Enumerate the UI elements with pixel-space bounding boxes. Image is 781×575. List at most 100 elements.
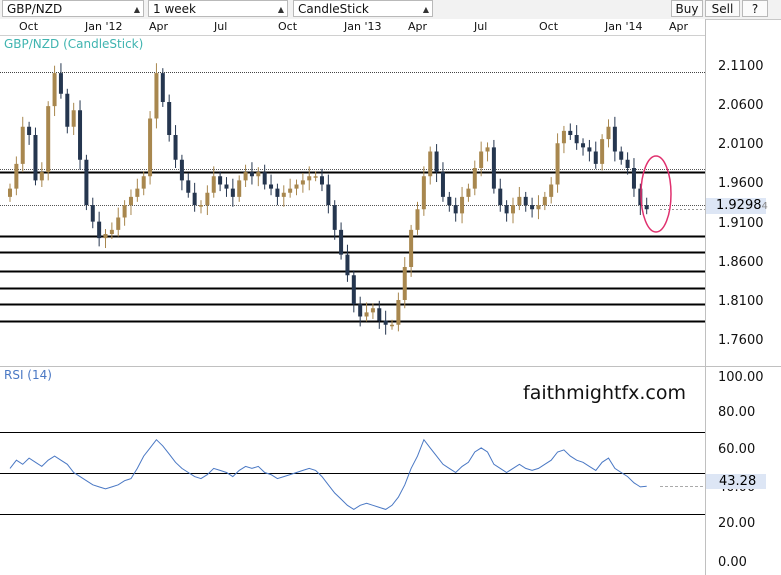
candle-body bbox=[173, 135, 178, 160]
candle-body bbox=[390, 324, 395, 327]
candle-body bbox=[370, 308, 375, 313]
candle-body bbox=[160, 73, 165, 102]
candle-body bbox=[453, 205, 458, 214]
candle-body bbox=[237, 180, 242, 197]
rsi-tick: 100.00 bbox=[718, 370, 764, 385]
candle-body bbox=[460, 196, 465, 214]
current-rsi-value: 43.28 bbox=[719, 474, 757, 489]
candle-body bbox=[434, 151, 439, 173]
candle-body bbox=[498, 188, 503, 206]
candle-body bbox=[224, 184, 229, 189]
candle-body bbox=[600, 139, 605, 164]
candle-body bbox=[396, 300, 401, 325]
candle-body bbox=[262, 172, 267, 185]
candle-body bbox=[116, 217, 121, 230]
candle-body bbox=[141, 176, 146, 189]
candle-body bbox=[205, 192, 210, 206]
price-tick: 1.9600 bbox=[718, 176, 764, 191]
candle-body bbox=[587, 147, 592, 152]
current-price-value: 1.9298 bbox=[716, 198, 762, 213]
candle-body bbox=[428, 151, 433, 177]
watermark: faithmightfx.com bbox=[523, 382, 686, 404]
candle-body bbox=[275, 188, 280, 197]
candle-body bbox=[542, 196, 547, 206]
candle-body bbox=[148, 118, 153, 177]
candle-body bbox=[440, 172, 445, 197]
candle-body bbox=[561, 130, 566, 144]
candle-body bbox=[179, 159, 184, 181]
candle-body bbox=[530, 205, 535, 210]
current-rsi-box: 43.28 bbox=[706, 474, 766, 489]
candle-body bbox=[211, 176, 216, 193]
chart-area[interactable] bbox=[0, 0, 781, 575]
candle-body bbox=[339, 229, 344, 255]
candle-body bbox=[243, 172, 248, 181]
candle-body bbox=[549, 184, 554, 197]
candle-body bbox=[447, 196, 452, 206]
candle-body bbox=[523, 196, 528, 206]
candle-body bbox=[52, 73, 57, 107]
highlight-ellipse bbox=[640, 155, 672, 233]
candle-body bbox=[606, 126, 611, 140]
candle-body bbox=[109, 229, 114, 234]
candle-body bbox=[135, 188, 140, 197]
candle-body bbox=[345, 254, 350, 276]
candle-body bbox=[218, 176, 223, 185]
current-price-suffix: 4 bbox=[761, 201, 768, 212]
rsi-line bbox=[9, 438, 647, 510]
candle-body bbox=[319, 176, 324, 185]
price-tick: 1.9100 bbox=[718, 216, 764, 231]
candle-body bbox=[517, 196, 522, 206]
candle-body bbox=[581, 143, 586, 148]
candle-body bbox=[472, 168, 477, 189]
candle-body bbox=[568, 130, 573, 135]
price-tick: 2.0600 bbox=[718, 98, 764, 113]
candle-body bbox=[307, 176, 312, 181]
candle-body bbox=[14, 163, 19, 189]
candle-body bbox=[332, 205, 337, 230]
candle-body bbox=[65, 93, 70, 127]
candle-body bbox=[71, 110, 76, 127]
candle-body bbox=[256, 172, 261, 177]
candle-body bbox=[192, 192, 197, 206]
candle-body bbox=[485, 147, 490, 152]
current-price-box: 1.92984 bbox=[706, 198, 768, 214]
rsi-tick: 80.00 bbox=[718, 405, 756, 420]
candle-body bbox=[84, 159, 89, 206]
price-tick: 1.8100 bbox=[718, 294, 764, 309]
candle-body bbox=[326, 184, 331, 206]
candle-body bbox=[555, 143, 560, 185]
candle-body bbox=[294, 184, 299, 189]
rsi-tick: 20.00 bbox=[718, 516, 756, 531]
candle-body bbox=[536, 205, 541, 210]
candle-body bbox=[510, 205, 515, 214]
candle-body bbox=[103, 234, 108, 239]
candle-body bbox=[409, 229, 414, 267]
candle-body bbox=[122, 205, 127, 218]
candle-body bbox=[269, 184, 274, 189]
candle-body bbox=[78, 110, 83, 160]
rsi-tick: 0.00 bbox=[718, 555, 747, 570]
candle-body bbox=[300, 180, 305, 185]
candle-body bbox=[27, 126, 32, 135]
candle-body bbox=[20, 126, 25, 164]
candle-body bbox=[358, 304, 363, 317]
candle-body bbox=[415, 209, 420, 230]
candle-body bbox=[46, 106, 51, 173]
candle-body bbox=[364, 312, 369, 317]
candle-body bbox=[90, 205, 95, 222]
candle-body bbox=[631, 168, 636, 189]
candle-body bbox=[504, 205, 509, 214]
candle-body bbox=[249, 172, 254, 177]
candle-body bbox=[39, 172, 44, 181]
candle-body bbox=[351, 275, 356, 305]
candle-body bbox=[128, 196, 133, 206]
candle-body bbox=[288, 188, 293, 193]
candle-body bbox=[313, 176, 318, 178]
price-panel-title: GBP/NZD (CandleStick) bbox=[4, 37, 144, 51]
candle-body bbox=[199, 205, 204, 207]
candle-body bbox=[625, 159, 630, 168]
candle-body bbox=[230, 188, 235, 197]
price-tick: 2.0100 bbox=[718, 137, 764, 152]
rsi-panel-title: RSI (14) bbox=[4, 368, 52, 382]
